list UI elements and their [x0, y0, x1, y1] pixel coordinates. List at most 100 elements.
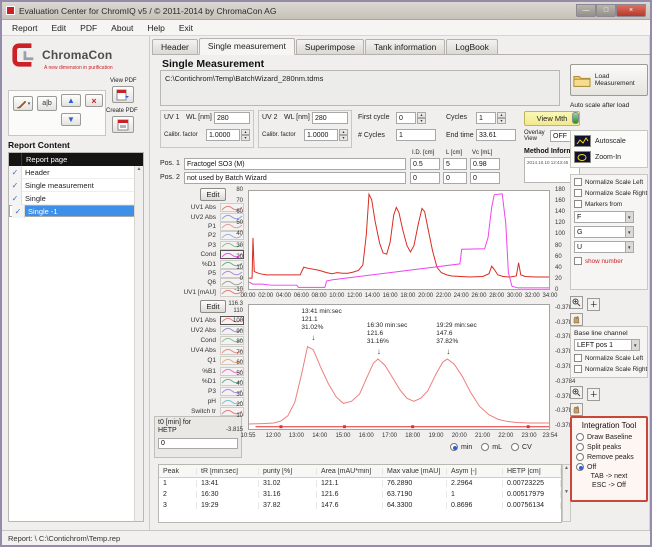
y-left-tick: 0 — [240, 276, 243, 282]
markers-from-checkbox[interactable]: Markers from — [574, 200, 644, 208]
baseline-marker[interactable] — [279, 425, 282, 428]
edit-pen-button[interactable]: ▾ — [13, 96, 33, 111]
show-number-checkbox[interactable]: show number — [574, 257, 644, 265]
pos2-id-input[interactable]: 0 — [410, 172, 440, 184]
tab-tank-information[interactable]: Tank information — [365, 39, 445, 54]
menu-report[interactable]: Report — [6, 22, 44, 34]
menu-help[interactable]: Help — [141, 22, 170, 34]
menu-about[interactable]: About — [105, 22, 139, 34]
num-cycles-input[interactable]: 1 — [396, 129, 436, 141]
unit-radio-cv[interactable]: CV — [511, 443, 532, 451]
report-row-single-measurement[interactable]: ✓Single measurement — [9, 179, 143, 192]
report-table-scrollbar[interactable]: ▲ — [134, 166, 143, 521]
uv1-calibr-label: Calibr. factor — [164, 132, 198, 138]
first-cycle-spinner[interactable]: ▲▼ — [417, 112, 426, 124]
menu-edit[interactable]: Edit — [46, 22, 73, 34]
tab-single-measurement[interactable]: Single measurement — [199, 38, 295, 55]
pos1-vc-input[interactable]: 0.98 — [470, 158, 500, 170]
minimize-button[interactable]: — — [576, 4, 596, 17]
normalize-scale-right-checkbox[interactable]: Normalize Scale Right — [574, 189, 644, 197]
baseline-marker[interactable] — [411, 425, 414, 428]
pos2-vc-input[interactable]: 0 — [470, 172, 500, 184]
peak-table-row[interactable]: 319:2937.82147.664.33000.86960.00756134 — [159, 500, 561, 511]
plus-icon[interactable]: ＋ — [587, 298, 600, 311]
baseline-marker[interactable] — [343, 425, 346, 428]
baseline-marker[interactable] — [527, 425, 530, 428]
baseline-normalize-right-checkbox[interactable]: Normalize Scale Right — [574, 365, 644, 373]
autoscale-button[interactable]: Autoscale — [574, 133, 644, 149]
plus-icon[interactable]: ＋ — [587, 388, 600, 401]
checkbox-icon[interactable]: ✓ — [9, 179, 22, 192]
zoom-in-button[interactable]: Zoom-In — [574, 149, 644, 165]
load-measurement-button[interactable]: Load Measurement — [570, 64, 648, 96]
tab-header[interactable]: Header — [152, 39, 198, 54]
magnifier-plus-icon[interactable] — [570, 296, 583, 309]
integration-option-split-peaks[interactable]: Split peaks — [576, 443, 642, 451]
peak-table-row[interactable]: 216:3031.16121.663.719010.00517979 — [159, 489, 561, 500]
x-tick: 22:00 — [436, 293, 451, 299]
uv2-calibr-spinner[interactable]: ▲▼ — [339, 129, 348, 141]
baseline-normalize-left-checkbox[interactable]: Normalize Scale Left — [574, 354, 644, 362]
report-row-header[interactable]: ✓Header — [9, 166, 143, 179]
unit-radio-min[interactable]: min — [450, 443, 472, 451]
t0-input[interactable]: 0 — [158, 438, 238, 449]
close-button[interactable]: × — [616, 4, 646, 17]
chevron-down-icon: ▼ — [625, 212, 633, 222]
y-left-tick: 50 — [236, 220, 243, 226]
view-pdf-button[interactable] — [112, 86, 134, 103]
integration-option-remove-peaks[interactable]: Remove peaks — [576, 453, 642, 461]
marker-select-f[interactable]: F▼ — [574, 211, 634, 223]
chromacon-logo-icon — [10, 42, 38, 68]
marker-select-u[interactable]: U▼ — [574, 241, 634, 253]
menu-pdf[interactable]: PDF — [74, 22, 103, 34]
integration-option-draw-baseline[interactable]: Draw Baseline — [576, 433, 642, 441]
marker-select-g[interactable]: G▼ — [574, 226, 634, 238]
tab-logbook[interactable]: LogBook — [446, 39, 498, 54]
report-row-single[interactable]: ✓Single — [9, 192, 143, 205]
magnifier-plus-icon[interactable] — [570, 386, 583, 399]
cycles-spinner[interactable]: ▲▼ — [497, 112, 506, 124]
baseline-channel-select[interactable]: LEFT pos 1▼ — [574, 339, 640, 351]
maximize-button[interactable]: □ — [596, 4, 616, 17]
x-tick: 20:00 — [452, 433, 467, 439]
cycles-input[interactable]: 1 — [476, 112, 496, 124]
peak-annotation: 13:41 min:sec121.131.02% — [301, 308, 341, 332]
x-tick: 02:00 — [258, 293, 273, 299]
tab-hint: TAB -> next — [576, 473, 642, 480]
peak-table-row[interactable]: 113:4131.02121.176.28902.29640.00723225 — [159, 478, 561, 489]
uv2-wl-input[interactable]: 280 — [312, 112, 348, 124]
tab-superimpose[interactable]: Superimpose — [296, 39, 364, 54]
pos1-name-input[interactable]: Fractogel SO3 (M) — [184, 158, 406, 170]
single-chart-plot[interactable]: 13:41 min:sec121.131.02%↓16:30 min:sec12… — [248, 304, 550, 430]
hand-icon[interactable] — [570, 313, 583, 326]
uv1-calibr-spinner[interactable]: ▲▼ — [241, 129, 250, 141]
overview-chart-plot[interactable] — [248, 190, 550, 290]
integration-option-off[interactable]: Off — [576, 463, 642, 471]
move-down-button[interactable]: ▼ — [61, 113, 81, 126]
menu-exit[interactable]: Exit — [173, 22, 199, 34]
table-cell: 2 — [159, 491, 197, 498]
create-pdf-button[interactable] — [112, 116, 134, 133]
hand-icon[interactable] — [570, 403, 583, 416]
auto-scale-led-toggle[interactable] — [572, 112, 579, 124]
uv1-wl-input[interactable]: 280 — [214, 112, 250, 124]
report-row-single-1[interactable]: ✓Single -1 — [9, 205, 143, 217]
normalize-scale-left-checkbox[interactable]: Normalize Scale Left — [574, 178, 644, 186]
checkbox-icon[interactable]: ✓ — [9, 192, 22, 205]
sidebar: ChromaCon A new dimension in purificatio… — [2, 36, 150, 530]
pos1-l-input[interactable]: 5 — [443, 158, 467, 170]
uv1-calibr-input[interactable]: 1.0000 — [206, 129, 240, 141]
first-cycle-input[interactable]: 0 — [396, 112, 416, 124]
sort-ab-button[interactable]: a|b — [37, 96, 57, 111]
uv2-calibr-input[interactable]: 1.0000 — [304, 129, 338, 141]
peak-table-row[interactable] — [159, 511, 561, 522]
pos2-name-input[interactable]: not used by Batch Wizard — [184, 172, 406, 184]
checkbox-icon[interactable]: ✓ — [9, 166, 22, 179]
end-time-input[interactable]: 33.61 — [476, 129, 516, 141]
checkbox-icon[interactable]: ✓ — [12, 205, 25, 218]
pos2-l-input[interactable]: 0 — [443, 172, 467, 184]
move-up-button[interactable]: ▲ — [61, 94, 81, 107]
pos1-id-input[interactable]: 0.5 — [410, 158, 440, 170]
unit-radio-ml[interactable]: mL — [481, 443, 502, 451]
delete-page-button[interactable]: × — [85, 94, 103, 107]
